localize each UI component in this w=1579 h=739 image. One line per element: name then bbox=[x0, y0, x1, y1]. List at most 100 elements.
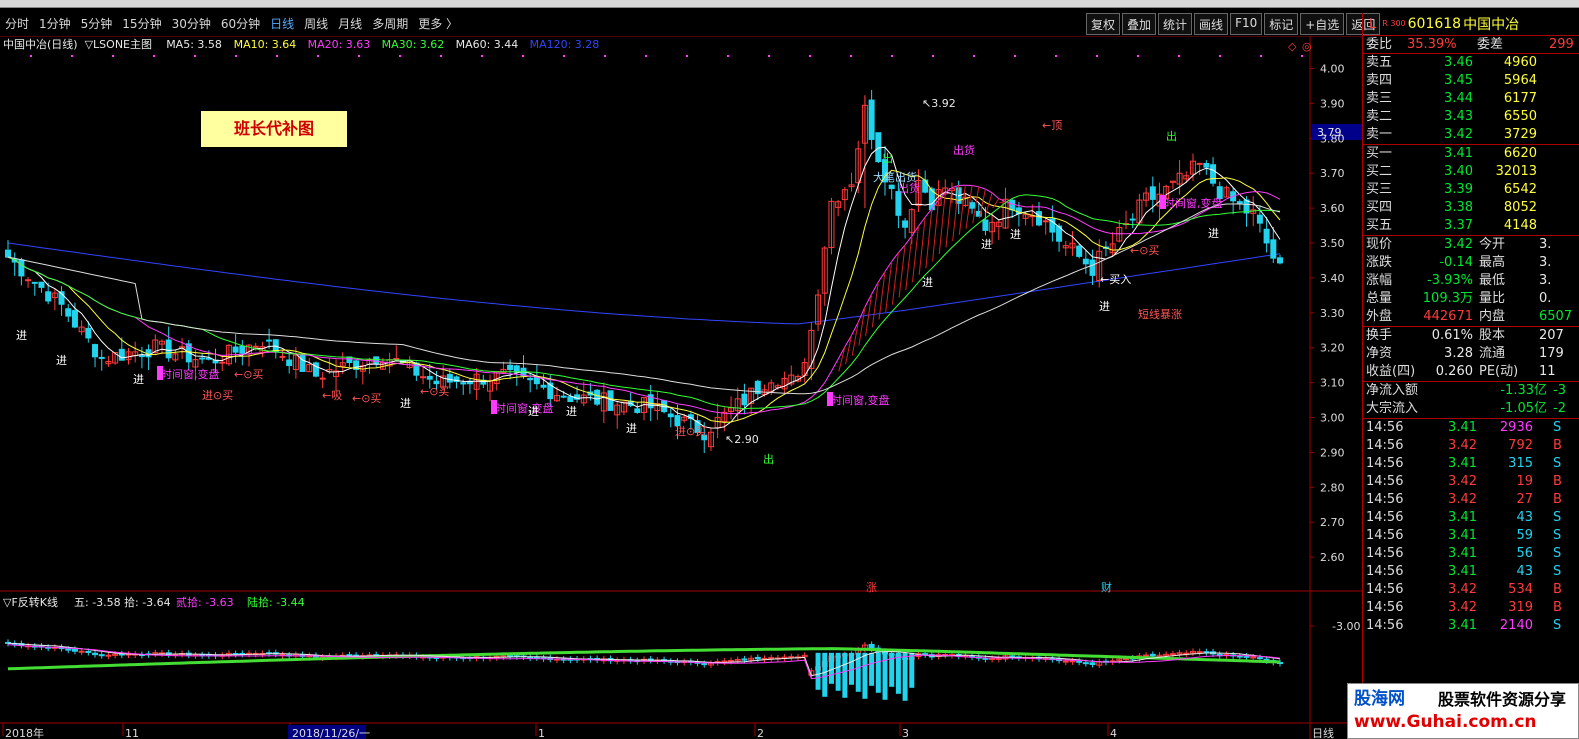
dot-marker bbox=[71, 55, 73, 57]
price-tick-label: 3.40 bbox=[1320, 272, 1345, 285]
tick-volume: 59 bbox=[1516, 528, 1533, 543]
dot-marker bbox=[1014, 55, 1016, 57]
sub-drop-bar bbox=[862, 652, 868, 699]
sub-body bbox=[1089, 662, 1096, 666]
period-tab-4[interactable]: 30分钟 bbox=[167, 15, 216, 32]
sub-body bbox=[65, 648, 72, 651]
annotation-label: ←⊙买 bbox=[1130, 244, 1159, 257]
moving-average-lines bbox=[7, 146, 1281, 429]
ask-price: 3.42 bbox=[1444, 127, 1473, 142]
price-tick-label: 3.30 bbox=[1320, 307, 1345, 320]
dot-marker bbox=[1178, 55, 1180, 57]
period-tab-8[interactable]: 月线 bbox=[333, 15, 367, 32]
tick-side: S bbox=[1553, 456, 1562, 471]
annotation-label: 出 bbox=[763, 452, 774, 466]
candle-body bbox=[567, 396, 574, 403]
dot-marker bbox=[1260, 55, 1262, 57]
fund-label-2: 流通 bbox=[1479, 346, 1506, 361]
flow-value: -1.33亿 bbox=[1500, 383, 1547, 398]
tool-button-4[interactable]: F10 bbox=[1230, 13, 1263, 35]
sub-body bbox=[98, 654, 105, 657]
sub-legend-3: 贰拾: -3.63 bbox=[176, 595, 234, 609]
legend-item-0: 中国中冶(日线) bbox=[3, 37, 78, 51]
watermark-slogan: 股票软件资源分享 bbox=[1438, 690, 1567, 709]
tool-button-6[interactable]: +自选 bbox=[1300, 13, 1345, 35]
flow-value: -1.05亿 bbox=[1500, 401, 1547, 416]
period-tab-3[interactable]: 15分钟 bbox=[117, 15, 166, 32]
period-tab-10[interactable]: 更多 〉 bbox=[413, 15, 463, 32]
ma10-line bbox=[7, 169, 1281, 423]
tool-button-0[interactable]: 复权 bbox=[1086, 13, 1121, 35]
tick-volume: 315 bbox=[1508, 456, 1533, 471]
candle-body bbox=[895, 191, 902, 216]
period-tab-6[interactable]: 日线 bbox=[265, 15, 299, 32]
sub-body bbox=[741, 658, 748, 661]
tick-price: 3.41 bbox=[1448, 618, 1477, 633]
flow-label: 净流入额 bbox=[1366, 383, 1419, 398]
tick-volume: 27 bbox=[1516, 492, 1533, 507]
tool-button-2[interactable]: 统计 bbox=[1158, 13, 1193, 35]
tool-button-5[interactable]: 标记 bbox=[1264, 13, 1299, 35]
ask-label: 卖五 bbox=[1366, 55, 1393, 70]
candle-body bbox=[446, 373, 453, 383]
candle-body bbox=[922, 179, 929, 193]
tick-side: S bbox=[1553, 528, 1562, 543]
bid-label: 买五 bbox=[1366, 218, 1393, 233]
tick-time: 14:56 bbox=[1366, 420, 1404, 435]
bid-price: 3.41 bbox=[1444, 146, 1473, 161]
tool-button-1[interactable]: 叠加 bbox=[1122, 13, 1157, 35]
annotation-label: 进 bbox=[626, 422, 637, 435]
period-tab-2[interactable]: 5分钟 bbox=[76, 15, 118, 32]
candlestick-series bbox=[5, 89, 1283, 454]
date-label: 3 bbox=[902, 727, 909, 739]
period-tab-9[interactable]: 多周期 bbox=[367, 15, 413, 32]
candle-body bbox=[71, 310, 78, 328]
tick-time: 14:56 bbox=[1366, 456, 1404, 471]
bid-volume: 32013 bbox=[1495, 164, 1537, 179]
hatch-line bbox=[945, 187, 953, 248]
period-tab-5[interactable]: 60分钟 bbox=[216, 15, 265, 32]
price-tick-label: 3.20 bbox=[1320, 342, 1345, 355]
annotation-label: ←⊙买 bbox=[352, 392, 381, 405]
tool-button-3[interactable]: 画线 bbox=[1194, 13, 1229, 35]
dot-marker bbox=[235, 55, 237, 57]
bid-row: 买一 3.41 6620 bbox=[1363, 145, 1579, 163]
tick-volume: 43 bbox=[1516, 564, 1533, 579]
tick-row: 14:56 3.42 534 B bbox=[1363, 581, 1579, 599]
bid-price: 3.39 bbox=[1444, 182, 1473, 197]
fund-value-2: 207 bbox=[1539, 328, 1564, 343]
annotation-label: 进 bbox=[16, 329, 27, 342]
hatch-line bbox=[925, 208, 933, 269]
period-tab-1[interactable]: 1分钟 bbox=[34, 15, 76, 32]
tick-price: 3.42 bbox=[1448, 438, 1477, 453]
capital-flow: 净流入额 -1.33亿 -3 大宗流入 -1.05亿 -2 bbox=[1363, 382, 1579, 419]
candle-body bbox=[266, 339, 273, 342]
ma60-line bbox=[7, 203, 1281, 395]
date-label: 4 bbox=[1110, 727, 1117, 739]
dot-marker bbox=[112, 55, 114, 57]
candle-body bbox=[426, 375, 433, 380]
tick-price: 3.41 bbox=[1448, 564, 1477, 579]
period-tab-0[interactable]: 分时 bbox=[0, 15, 34, 32]
bid-row: 买二 3.40 32013 bbox=[1363, 163, 1579, 181]
price-tick-label: 3.00 bbox=[1320, 412, 1345, 425]
tick-volume: 2936 bbox=[1499, 420, 1533, 435]
bid-label: 买四 bbox=[1366, 200, 1393, 215]
sub-body bbox=[1149, 653, 1156, 657]
sub-body bbox=[728, 659, 735, 662]
bid-volume: 6542 bbox=[1503, 182, 1537, 197]
period-tab-7[interactable]: 周线 bbox=[299, 15, 333, 32]
legend-item-5: MA30: 3.62 bbox=[382, 38, 445, 51]
price-tick-label: 2.60 bbox=[1320, 551, 1345, 564]
dot-marker bbox=[1055, 55, 1057, 57]
sub-body bbox=[85, 650, 92, 653]
fundamental-stats: 换手 0.61% 股本 207 净资 3.28 流通 179 收益(四) 0.260 PE(动) 11 bbox=[1363, 327, 1579, 382]
ask-price: 3.46 bbox=[1444, 55, 1473, 70]
fund-label-2: PE(动) bbox=[1479, 364, 1519, 379]
tick-time: 14:56 bbox=[1366, 510, 1404, 525]
tick-price: 3.41 bbox=[1448, 546, 1477, 561]
annotation-label: 时间窗,变盘 bbox=[1164, 196, 1223, 210]
quote-stats: 现价 3.42 今开 3. 涨跌 -0.14 最高 3. 涨幅 -3.93% 最低 3. 总量 109.3… bbox=[1363, 236, 1579, 327]
tick-side: S bbox=[1553, 420, 1562, 435]
candle-body bbox=[165, 339, 172, 359]
